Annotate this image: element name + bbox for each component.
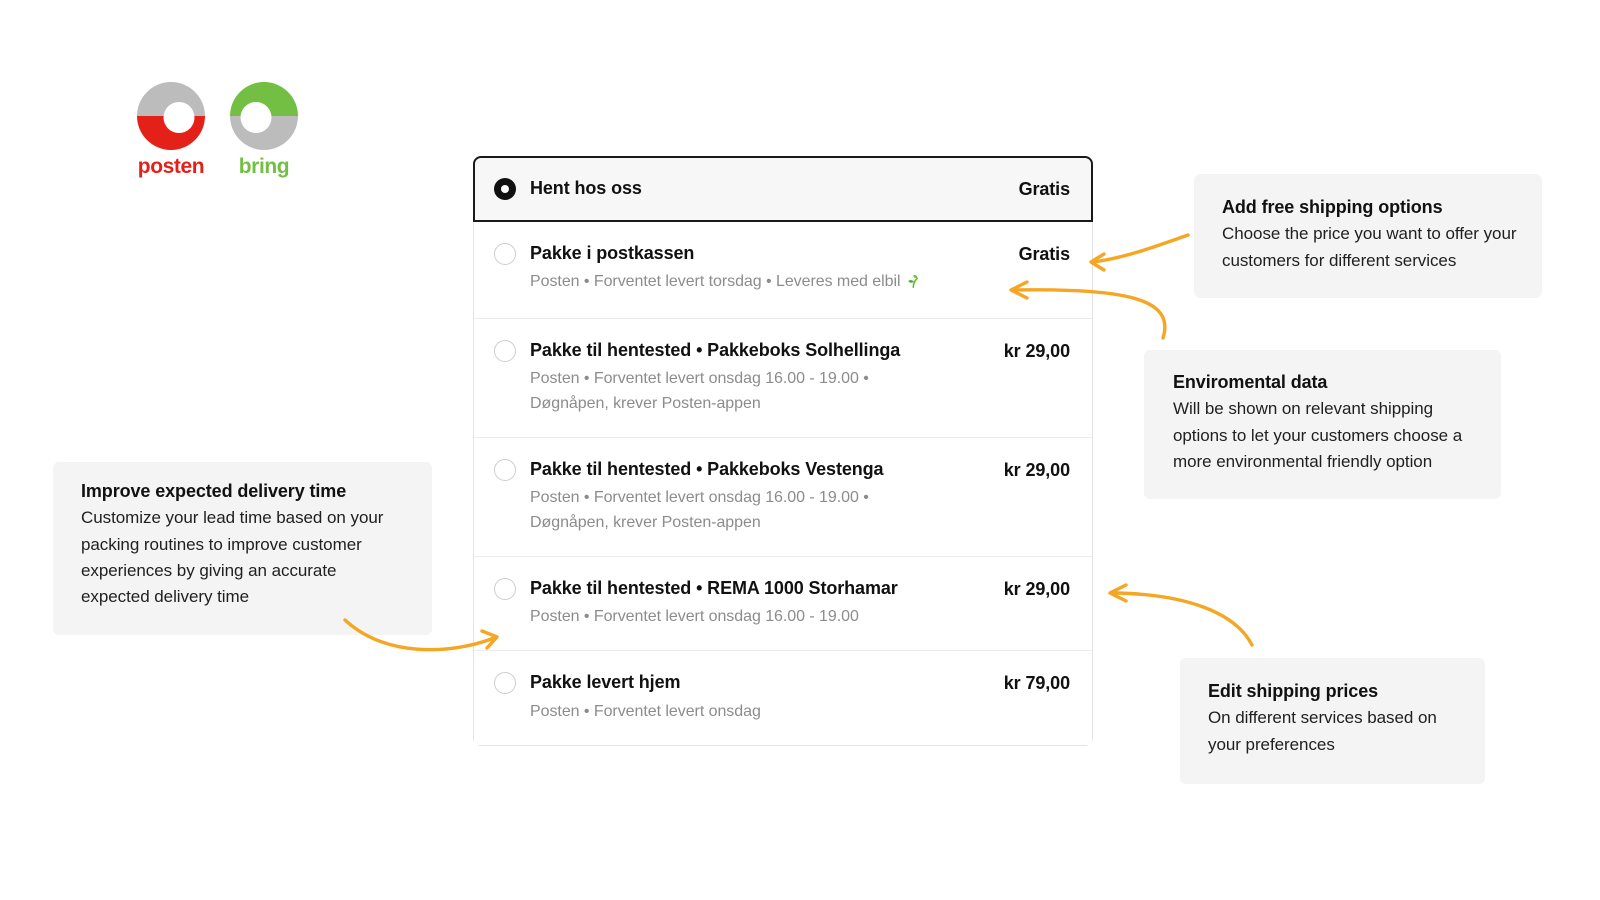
option-subtitle: Posten • Forventet levert onsdag <box>530 702 761 720</box>
option-price: kr 29,00 <box>1003 340 1070 361</box>
radio-pakkeboks-vestenga[interactable] <box>494 458 516 481</box>
radio-rema-1000-storhamar[interactable] <box>494 577 516 600</box>
shipping-option-pakkeboks-solhellinga[interactable]: Pakke til hentested • Pakkeboks Solhelli… <box>474 318 1092 438</box>
shipping-option-hent-hos-oss[interactable]: Hent hos oss Gratis <box>473 156 1093 222</box>
option-subtitle: Posten • Forventet levert onsdag 16.00 -… <box>530 370 869 413</box>
shipping-option-pakke-levert-hjem[interactable]: Pakke levert hjem Posten • Forventet lev… <box>474 651 1092 745</box>
callout-title: Add free shipping options <box>1222 197 1443 217</box>
option-price: kr 29,00 <box>1003 459 1070 480</box>
callout-title: Improve expected delivery time <box>81 481 347 501</box>
radio-hent-hos-oss[interactable] <box>494 178 516 200</box>
bring-logo: bring <box>230 82 298 177</box>
callout-text: On different services based on your pref… <box>1208 708 1437 754</box>
callout-improve-expected-delivery-time: Improve expected delivery time Customize… <box>53 462 432 635</box>
option-subtitle: Posten • Forventet levert torsdag • Leve… <box>530 270 930 298</box>
radio-pakke-levert-hjem[interactable] <box>494 672 516 695</box>
callout-title: Enviromental data <box>1173 372 1328 392</box>
posten-wordmark: posten <box>137 155 205 178</box>
option-body: Pakke til hentested • Pakkeboks Solhelli… <box>530 339 1004 417</box>
option-subtitle: Posten • Forventet levert onsdag 16.00 -… <box>530 489 869 532</box>
radio-pakkeboks-solhellinga[interactable] <box>494 339 516 362</box>
option-body: Pakke til hentested • Pakkeboks Vestenga… <box>530 458 1004 536</box>
option-title: Pakke levert hjem <box>530 672 681 693</box>
bring-logo-mark <box>230 82 298 150</box>
option-subtitle: Posten • Forventet levert onsdag 16.00 -… <box>530 608 859 626</box>
brand-logos: posten bring <box>137 82 298 177</box>
shipping-option-pakkeboks-vestenga[interactable]: Pakke til hentested • Pakkeboks Vestenga… <box>474 437 1092 557</box>
option-title: Pakke til hentested • Pakkeboks Solhelli… <box>530 339 901 360</box>
option-title: Pakke til hentested • REMA 1000 Storhama… <box>530 577 898 598</box>
callout-text: Will be shown on relevant shipping optio… <box>1173 399 1463 472</box>
shipping-options-card: Hent hos oss Gratis Pakke i postkassen P… <box>473 156 1093 746</box>
posten-logo: posten <box>137 82 205 177</box>
callout-environmental-data: Enviromental data Will be shown on relev… <box>1144 350 1501 500</box>
option-price: Gratis <box>1018 179 1071 199</box>
radio-pakke-i-postkassen[interactable] <box>494 242 516 265</box>
bring-wordmark: bring <box>238 155 290 178</box>
option-body: Pakke levert hjem Posten • Forventet lev… <box>530 671 1004 724</box>
callout-add-free-shipping-options: Add free shipping options Choose the pri… <box>1194 174 1542 299</box>
option-price: Gratis <box>1018 243 1071 264</box>
arrow-edit-prices <box>1108 583 1254 647</box>
posten-logo-mark <box>137 82 205 150</box>
page-canvas: posten bring Hent hos oss Gratis Pakke i… <box>0 0 1600 900</box>
option-title: Pakke til hentested • Pakkeboks Vestenga <box>530 458 884 479</box>
callout-title: Edit shipping prices <box>1208 681 1379 701</box>
callout-edit-shipping-prices: Edit shipping prices On different servic… <box>1180 658 1485 785</box>
callout-text: Choose the price you want to offer your … <box>1222 224 1517 270</box>
shipping-option-rema-1000-storhamar[interactable]: Pakke til hentested • REMA 1000 Storhama… <box>474 556 1092 652</box>
arrow-free-shipping <box>1089 233 1190 272</box>
sprout-icon <box>905 273 921 298</box>
option-title: Pakke i postkassen <box>530 242 695 263</box>
option-body: Pakke til hentested • REMA 1000 Storhama… <box>530 577 1004 630</box>
option-body: Pakke i postkassen Posten • Forventet le… <box>530 242 1019 298</box>
option-price: kr 29,00 <box>1003 578 1070 599</box>
shipping-option-pakke-i-postkassen[interactable]: Pakke i postkassen Posten • Forventet le… <box>474 221 1092 319</box>
option-title: Hent hos oss <box>530 178 642 198</box>
option-body: Hent hos oss <box>530 177 1019 200</box>
callout-text: Customize your lead time based on your p… <box>81 508 384 607</box>
option-subtitle-text: Posten • Forventet levert torsdag • Leve… <box>530 273 901 290</box>
option-price: kr 79,00 <box>1003 673 1070 694</box>
